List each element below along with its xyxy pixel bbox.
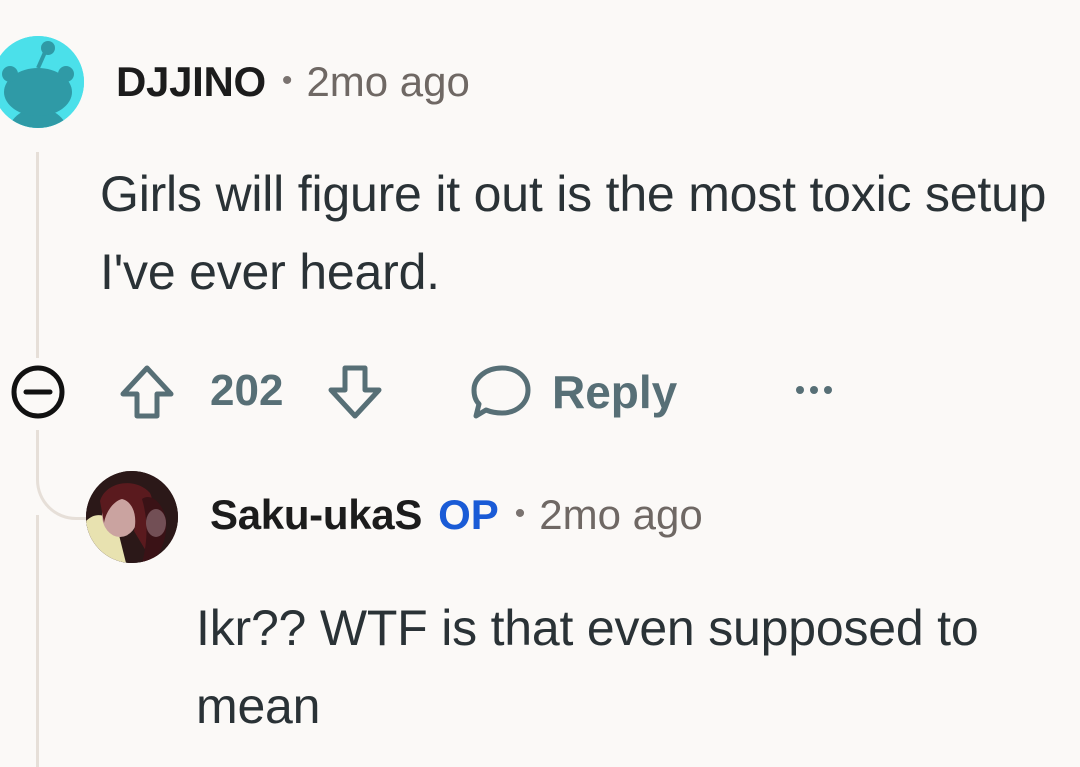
more-options-icon bbox=[796, 386, 832, 394]
op-badge: OP bbox=[438, 491, 499, 538]
snoo-avatar-icon bbox=[0, 36, 84, 128]
timestamp: 2mo ago bbox=[539, 491, 703, 538]
comment-body: Girls will figure it out is the most tox… bbox=[100, 166, 1047, 300]
vote-score: 202 bbox=[210, 366, 284, 415]
timestamp: 2mo ago bbox=[306, 58, 470, 105]
separator-dot: • bbox=[281, 64, 293, 97]
thread-line-top[interactable] bbox=[36, 152, 39, 358]
separator-dot: • bbox=[514, 497, 526, 530]
user-photo-avatar bbox=[86, 471, 178, 563]
reply-button[interactable]: Reply bbox=[470, 360, 677, 424]
comment-header: Saku-ukaS OP • 2mo ago bbox=[210, 491, 703, 539]
collapse-button[interactable] bbox=[8, 362, 68, 422]
reply-bubble-icon bbox=[471, 365, 531, 419]
downvote-arrow-icon bbox=[328, 365, 382, 419]
collapse-minus-icon bbox=[11, 365, 65, 419]
upvote-arrow-icon bbox=[120, 365, 174, 419]
reply-label: Reply bbox=[552, 366, 678, 418]
comment-header: DJJINO • 2mo ago bbox=[116, 58, 470, 106]
upvote-button[interactable] bbox=[115, 360, 179, 424]
more-options-button[interactable] bbox=[786, 362, 842, 418]
comment-action-bar: 202 Reply bbox=[0, 352, 1080, 432]
username[interactable]: DJJINO bbox=[116, 58, 266, 106]
thread-line-continue bbox=[36, 515, 39, 767]
downvote-button[interactable] bbox=[323, 360, 387, 424]
comment-body: Ikr?? WTF is that even supposed to mean bbox=[196, 600, 979, 734]
avatar[interactable] bbox=[86, 471, 178, 563]
comment-thread: DJJINO • 2mo ago Girls will figure it ou… bbox=[0, 0, 1080, 767]
avatar[interactable] bbox=[0, 36, 84, 128]
username[interactable]: Saku-ukaS bbox=[210, 491, 422, 539]
